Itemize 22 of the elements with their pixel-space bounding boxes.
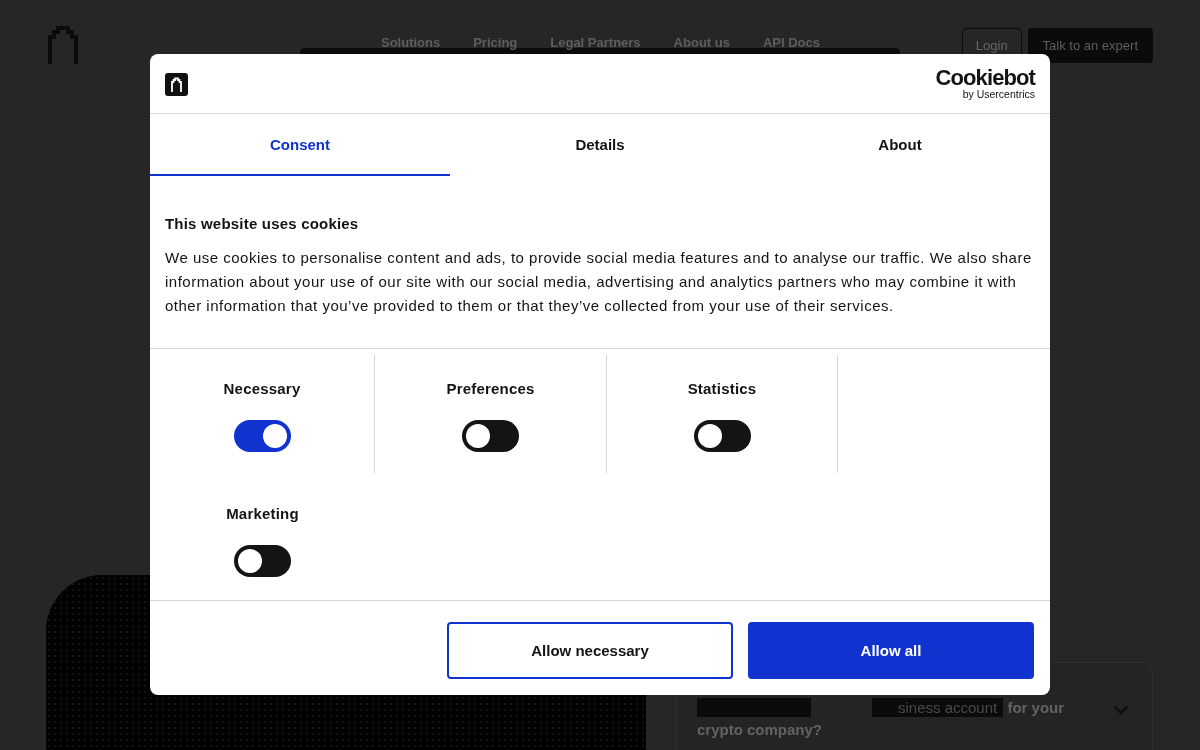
toggle-switch[interactable] xyxy=(233,420,291,452)
category-label: Necessary xyxy=(223,380,301,398)
nav-link[interactable]: Legal Partners xyxy=(550,34,641,50)
category-label: Preferences xyxy=(446,380,535,398)
toggle-switch[interactable] xyxy=(462,420,519,452)
allow-necessary-button[interactable]: Allow necessary xyxy=(447,622,733,679)
category-label: Statistics xyxy=(687,380,757,398)
toggle-switch[interactable] xyxy=(234,545,291,577)
category-label: Marketing xyxy=(226,505,299,523)
talk-to-expert-button[interactable]: Talk to an expert xyxy=(1027,27,1153,63)
nav-link[interactable]: Solutions xyxy=(381,34,441,50)
allow-all-button[interactable]: Allow all xyxy=(748,622,1034,679)
byline-text: by Usercentrics xyxy=(962,89,1035,100)
nav-link[interactable]: Pricing xyxy=(473,34,518,50)
nav-link[interactable]: About us xyxy=(673,34,730,50)
dialog-text: We use cookies to personalise content and ads, to provide social media features and to analyse our traffic. We also share information about your use of our site with our social media, advertising and analytics partners who may combine it with other information that you’ve provided to them or that they’ve collected from your use of their services. xyxy=(165,248,1033,316)
dialog-title: This website uses cookies xyxy=(165,214,360,234)
faq-question: siness account for your crypto company? xyxy=(697,697,1066,740)
nav-link[interactable]: API Docs xyxy=(762,34,820,50)
arch-logo-icon xyxy=(165,72,188,96)
cookiebot-wordmark: Cookiebot xyxy=(935,67,1035,89)
toggle-switch[interactable] xyxy=(693,420,751,452)
